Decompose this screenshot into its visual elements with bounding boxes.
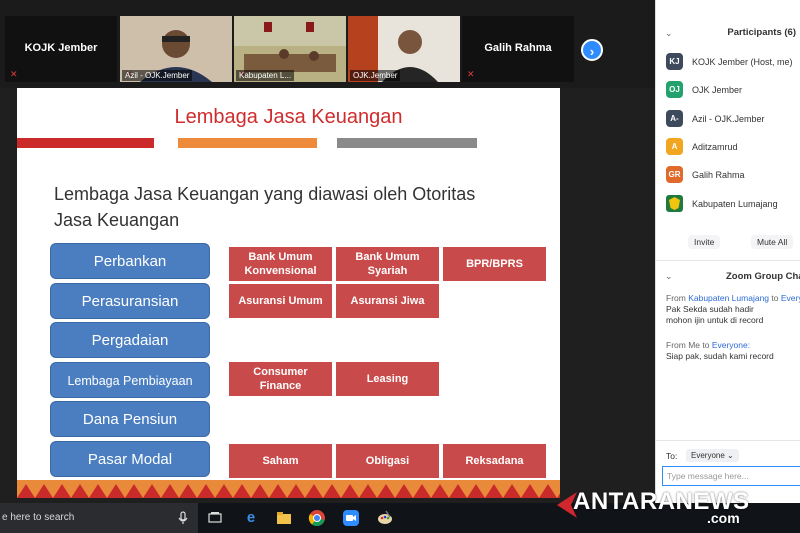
chrome-icon[interactable]	[308, 509, 326, 527]
chat-sender[interactable]: Kabupaten Lumajang	[688, 293, 769, 303]
avatar: KJ	[666, 53, 683, 70]
participant-tile-kojk-jember[interactable]: KOJK Jember ✕	[5, 16, 117, 82]
category-pergadaian: Pergadaian	[50, 322, 210, 358]
participant-tile-azil[interactable]: ✕ Azil - OJK.Jember	[120, 16, 232, 82]
chat-line: mohon ijin untuk di record	[666, 315, 764, 325]
zoom-glyph	[343, 510, 359, 526]
participant-name: Aditzamrud	[692, 142, 738, 152]
item-bank-umum-syariah: Bank Umum Syariah	[336, 247, 439, 281]
participant-name: OJK Jember	[692, 85, 743, 95]
avatar: A-	[666, 110, 683, 127]
avatar: OJ	[666, 81, 683, 98]
video-gallery-strip: KOJK Jember ✕ ✕ Azil - OJK.Jember	[0, 0, 655, 88]
tile-name: OJK.Jember	[350, 70, 401, 81]
item-reksadana: Reksadana	[443, 444, 546, 478]
orange-accent-bar	[178, 138, 317, 148]
item-saham: Saham	[229, 444, 332, 478]
task-view-icon[interactable]	[206, 509, 224, 527]
chat-recipient: Everyone:	[711, 340, 751, 350]
chat-from-prefix: From Me to	[666, 340, 712, 350]
chat-to-prefix: to	[769, 293, 781, 303]
recipient-select[interactable]: Everyone ⌄	[686, 449, 739, 462]
chat-message: From Me to Everyone: Siap pak, sudah kam…	[666, 340, 774, 362]
chat-line: Pak Sekda sudah hadir	[666, 304, 754, 314]
category-pasar-modal: Pasar Modal	[50, 441, 210, 477]
chrome-glyph	[308, 510, 325, 527]
to-label: To:	[666, 451, 678, 461]
participant-list-item[interactable]: A- Azil - OJK.Jember	[666, 110, 800, 128]
microphone-icon[interactable]	[174, 509, 192, 527]
item-asuransi-umum: Asuransi Umum	[229, 284, 332, 318]
antaranews-watermark: ANTARANEWS .com	[555, 484, 800, 533]
recipient-value: Everyone	[691, 451, 725, 460]
divider	[656, 440, 800, 441]
sidebar-panel: ⌄ Participants (6) KJ KOJK Jember (Host,…	[655, 0, 800, 503]
collapse-chevron-icon[interactable]: ⌄	[665, 28, 673, 39]
item-bank-umum-konvensional: Bank Umum Konvensional	[229, 247, 332, 281]
participant-tile-ojk-jember[interactable]: ✕ OJK.Jember	[348, 16, 460, 82]
participant-name: Kabupaten Lumajang	[692, 199, 778, 209]
file-explorer-icon[interactable]	[275, 509, 293, 527]
avatar: A	[666, 138, 683, 155]
item-consumer-finance: Consumer Finance	[229, 362, 332, 396]
item-leasing: Leasing	[336, 362, 439, 396]
edge-icon[interactable]: e	[242, 509, 260, 527]
tile-name: Galih Rahma	[484, 42, 552, 54]
slide-subtitle: Lembaga Jasa Keuangan yang diawasi oleh …	[54, 184, 476, 230]
mute-all-button[interactable]: Mute All	[751, 235, 794, 249]
task-view-glyph	[208, 512, 222, 523]
item-obligasi: Obligasi	[336, 444, 439, 478]
category-dana-pensiun: Dana Pensiun	[50, 401, 210, 437]
participant-name: Azil - OJK.Jember	[692, 114, 765, 124]
tile-name: Kabupaten L...	[236, 70, 295, 81]
tile-name: KOJK Jember	[24, 42, 98, 54]
zoom-icon[interactable]	[342, 509, 360, 527]
next-page-arrow-icon[interactable]: ›	[581, 39, 603, 61]
muted-mic-icon: ✕	[10, 69, 18, 79]
gray-accent-bar	[337, 138, 477, 148]
shared-screen-area: Lembaga Jasa Keuangan Lembaga Jasa Keuan…	[0, 88, 655, 503]
participant-list-item[interactable]: KJ KOJK Jember (Host, me)	[666, 53, 800, 71]
chat-header: Zoom Group Chat	[726, 271, 800, 282]
paint-icon[interactable]	[376, 509, 394, 527]
chat-message: From Kabupaten Lumajang to Everyone Pak …	[666, 293, 800, 326]
chat-input[interactable]: Type message here...	[662, 466, 800, 486]
tile-name: Azil - OJK.Jember	[122, 70, 193, 81]
collapse-chevron-icon[interactable]: ⌄	[665, 271, 673, 282]
decorative-pattern-strip	[17, 480, 560, 498]
presentation-slide: Lembaga Jasa Keuangan Lembaga Jasa Keuan…	[17, 88, 560, 498]
mic-glyph	[178, 511, 188, 524]
participant-list-item[interactable]: OJ OJK Jember	[666, 81, 800, 99]
chevron-down-icon: ⌄	[727, 451, 734, 460]
avatar: GR	[666, 166, 683, 183]
participant-list-item[interactable]: A Aditzamrud	[666, 138, 800, 156]
zoom-meeting-window: KOJK Jember ✕ ✕ Azil - OJK.Jember	[0, 0, 800, 533]
invite-button[interactable]: Invite	[688, 235, 721, 249]
category-lembaga-pembiayaan: Lembaga Pembiayaan	[50, 362, 210, 398]
participants-header: Participants (6)	[727, 27, 796, 38]
slide-title: Lembaga Jasa Keuangan	[174, 106, 403, 128]
divider	[656, 260, 800, 261]
item-asuransi-jiwa: Asuransi Jiwa	[336, 284, 439, 318]
chat-line: Siap pak, sudah kami record	[666, 351, 774, 361]
category-perasuransian: Perasuransian	[50, 283, 210, 319]
red-accent-bar	[17, 138, 154, 148]
muted-mic-icon: ✕	[467, 69, 475, 79]
folder-glyph	[277, 512, 291, 524]
chat-recipient: Everyone	[780, 293, 800, 303]
category-perbankan: Perbankan	[50, 243, 210, 279]
participant-list-item[interactable]: GR Galih Rahma	[666, 166, 800, 184]
paint-glyph	[378, 510, 392, 524]
taskbar-search-box[interactable]: e here to search	[0, 503, 198, 533]
participant-list-item[interactable]: Kabupaten Lumajang	[666, 195, 800, 213]
participant-name: Galih Rahma	[692, 170, 745, 180]
shield-logo-icon	[666, 195, 683, 212]
item-bpr-bprs: BPR/BPRS	[443, 247, 546, 281]
participant-tile-kabupaten[interactable]: ✕ Kabupaten L...	[234, 16, 346, 82]
participant-tile-galih-rahma[interactable]: Galih Rahma ✕	[462, 16, 574, 82]
watermark-suffix: .com	[707, 510, 740, 526]
participant-name: KOJK Jember (Host, me)	[692, 57, 793, 67]
chat-from-prefix: From	[666, 293, 689, 303]
crest-icon	[666, 195, 683, 212]
